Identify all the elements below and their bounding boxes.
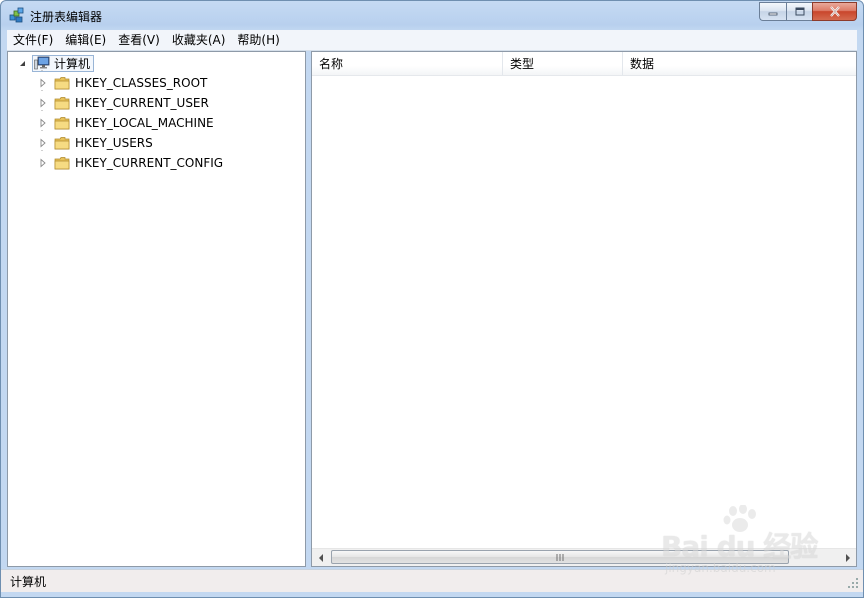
menu-edit[interactable]: 编辑(E) — [59, 30, 112, 50]
folder-icon — [54, 117, 70, 130]
expand-arrow-icon[interactable] — [38, 98, 48, 108]
watermark-url: jingyan.baidu.com — [665, 561, 776, 575]
resize-grip-icon[interactable] — [847, 577, 859, 589]
close-icon — [829, 6, 840, 17]
column-header-type[interactable]: 类型 — [503, 52, 623, 76]
folder-icon — [54, 137, 70, 150]
maximize-button[interactable] — [786, 2, 812, 21]
value-list-pane[interactable]: 名称 类型 数据 — [311, 51, 857, 567]
close-button[interactable] — [812, 2, 857, 21]
expand-arrow-icon[interactable] — [38, 118, 48, 128]
computer-icon — [34, 56, 50, 70]
key-tree-pane[interactable]: 计算机 HKEY_CLASSES_ROOT HKEY_CURRENT_USER — [7, 51, 306, 567]
tree-item-hku[interactable]: HKEY_USERS — [38, 134, 153, 152]
tree-label: HKEY_CURRENT_USER — [75, 96, 209, 110]
scroll-right-button[interactable] — [839, 549, 856, 566]
tree-label: HKEY_CURRENT_CONFIG — [75, 156, 224, 170]
tree-label: HKEY_CLASSES_ROOT — [75, 76, 208, 90]
column-header-name[interactable]: 名称 — [312, 52, 503, 76]
title-bar[interactable]: 注册表编辑器 — [1, 1, 863, 29]
caption-buttons — [759, 2, 857, 22]
status-path: 计算机 — [10, 575, 47, 589]
menu-favorites[interactable]: 收藏夹(A) — [166, 30, 232, 50]
baidu-jingyan-watermark: Bai du 经验 jingyan.baidu.com — [661, 505, 821, 581]
tree-item-hkcu[interactable]: HKEY_CURRENT_USER — [38, 94, 209, 112]
minimize-icon — [768, 12, 778, 15]
folder-icon — [54, 77, 70, 90]
tree-label: HKEY_LOCAL_MACHINE — [75, 116, 214, 130]
menu-help[interactable]: 帮助(H) — [231, 30, 285, 50]
expand-arrow-icon[interactable] — [38, 138, 48, 148]
scroll-left-button[interactable] — [312, 549, 329, 566]
expand-arrow-icon[interactable] — [38, 78, 48, 88]
registry-editor-window: 注册表编辑器 文件(F) 编辑(E) 查看(V) 收藏夹(A) 帮助(H) 计算… — [0, 0, 864, 598]
tree-item-hkcr[interactable]: HKEY_CLASSES_ROOT — [38, 74, 207, 92]
scroll-left-icon — [318, 553, 323, 562]
minimize-button[interactable] — [759, 2, 786, 21]
tree-connector-line — [41, 70, 43, 165]
menu-file[interactable]: 文件(F) — [7, 30, 59, 50]
folder-icon — [54, 157, 70, 170]
menu-view[interactable]: 查看(V) — [112, 30, 166, 50]
scroll-right-icon — [845, 553, 850, 562]
tree-item-computer[interactable]: 计算机 — [18, 54, 95, 72]
folder-icon — [54, 97, 70, 110]
expand-arrow-icon[interactable] — [38, 158, 48, 168]
tree-item-hklm[interactable]: HKEY_LOCAL_MACHINE — [38, 114, 214, 132]
tree-item-computer-selected[interactable]: 计算机 — [32, 54, 95, 72]
tree-label: HKEY_USERS — [75, 136, 153, 150]
column-header-data[interactable]: 数据 — [623, 52, 856, 76]
tree-label-computer: 计算机 — [54, 56, 91, 71]
maximize-icon — [795, 7, 804, 16]
menu-bar: 文件(F) 编辑(E) 查看(V) 收藏夹(A) 帮助(H) — [7, 30, 857, 51]
window-title: 注册表编辑器 — [30, 10, 103, 24]
watermark-brand: Bai du 经验 — [661, 530, 818, 563]
grip-lines-icon — [556, 553, 564, 561]
tree-item-hkcc[interactable]: HKEY_CURRENT_CONFIG — [38, 154, 223, 172]
collapse-arrow-icon[interactable] — [18, 58, 28, 68]
registry-editor-icon — [9, 7, 24, 23]
